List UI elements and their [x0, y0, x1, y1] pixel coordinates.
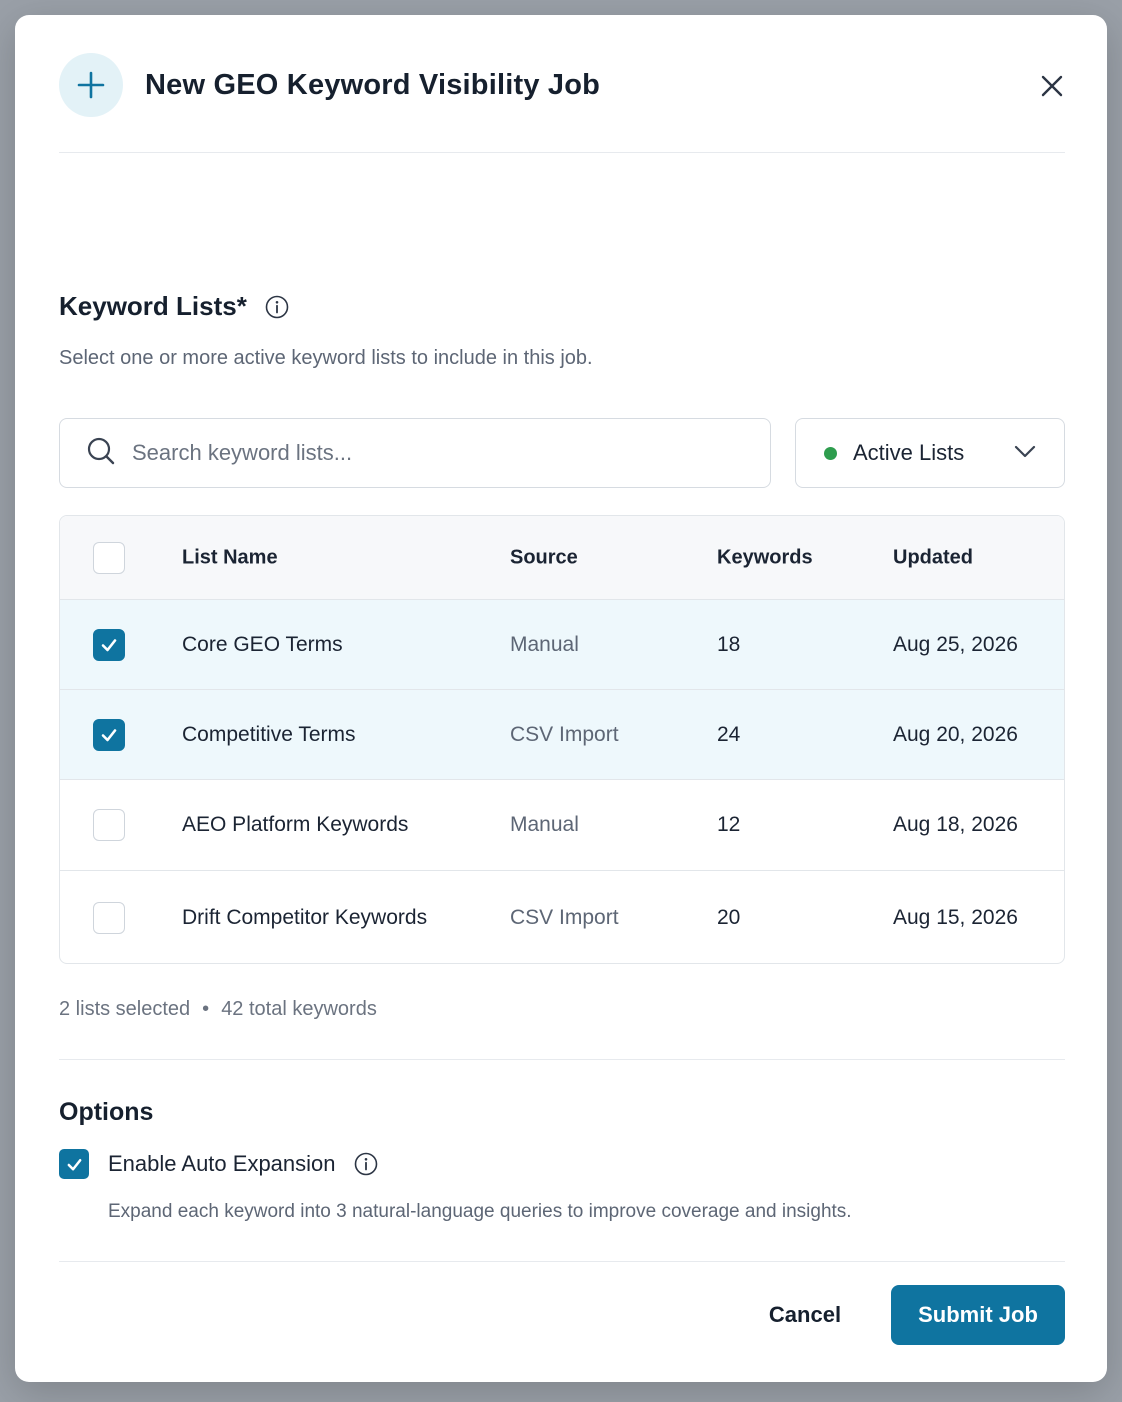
- search-box[interactable]: [59, 418, 771, 488]
- total-keywords: 42 total keywords: [221, 998, 377, 1020]
- plus-icon: [59, 53, 123, 117]
- list-source: Manual: [510, 813, 579, 836]
- select-all-checkbox[interactable]: [93, 541, 125, 574]
- active-status-dot: [824, 446, 837, 460]
- checkmark-icon: [101, 728, 117, 741]
- keyword-lists-heading: Keyword Lists*: [59, 291, 289, 322]
- row-checkbox[interactable]: [93, 628, 125, 661]
- list-updated-date: Aug 25, 2026: [893, 632, 1018, 656]
- list-keyword-count: 24: [717, 722, 741, 746]
- selected-count: 2 lists selected: [59, 998, 191, 1020]
- filter-label: Active Lists: [853, 440, 965, 465]
- divider: [59, 1059, 1065, 1060]
- list-updated-date: Aug 20, 2026: [893, 722, 1018, 746]
- checkmark-icon: [67, 1158, 81, 1170]
- auto-expansion-description: Expand each keyword into 3 natural-langu…: [108, 1201, 852, 1222]
- search-input[interactable]: [132, 440, 692, 466]
- keyword-lists-table: List Name Source Keywords Updated Core G…: [59, 515, 1065, 964]
- table-row[interactable]: AEO Platform Keywords Manual 12 Aug 18, …: [60, 780, 1064, 871]
- column-header-source[interactable]: Source: [510, 546, 578, 569]
- status-filter-dropdown[interactable]: Active Lists: [795, 418, 1065, 488]
- auto-expansion-option: Enable Auto Expansion: [59, 1149, 378, 1179]
- table-header-row: List Name Source Keywords Updated: [60, 516, 1064, 600]
- row-checkbox[interactable]: [93, 809, 125, 841]
- new-job-dialog: New GEO Keyword Visibility Job Keyword L…: [15, 15, 1107, 1382]
- search-icon: [86, 436, 116, 471]
- table-row[interactable]: Core GEO Terms Manual 18 Aug 25, 2026: [60, 600, 1064, 690]
- dialog-header: New GEO Keyword Visibility Job: [59, 53, 1065, 153]
- list-name: Drift Competitor Keywords: [182, 906, 428, 929]
- column-header-list-name[interactable]: List Name: [182, 546, 278, 569]
- options-title: Options: [59, 1098, 154, 1126]
- table-row[interactable]: Drift Competitor Keywords CSV Import 20 …: [60, 871, 1064, 963]
- info-icon[interactable]: [354, 1152, 378, 1176]
- close-icon[interactable]: [1039, 73, 1065, 99]
- divider: [59, 1261, 1065, 1262]
- checkmark-icon: [101, 638, 117, 651]
- row-checkbox[interactable]: [93, 718, 125, 751]
- auto-expansion-label[interactable]: Enable Auto Expansion: [108, 1151, 336, 1177]
- row-checkbox[interactable]: [93, 902, 125, 934]
- column-header-updated[interactable]: Updated: [893, 546, 973, 569]
- column-header-keywords[interactable]: Keywords: [717, 546, 813, 569]
- list-name: Core GEO Terms: [182, 632, 343, 656]
- keyword-lists-description: Select one or more active keyword lists …: [59, 347, 593, 369]
- cancel-button[interactable]: Cancel: [755, 1285, 855, 1345]
- selection-summary: 2 lists selected • 42 total keywords: [59, 998, 377, 1021]
- submit-job-button[interactable]: Submit Job: [891, 1285, 1065, 1345]
- list-updated-date: Aug 15, 2026: [893, 906, 1018, 929]
- list-source: CSV Import: [510, 906, 619, 929]
- list-name: Competitive Terms: [182, 722, 356, 746]
- list-updated-date: Aug 18, 2026: [893, 813, 1018, 836]
- list-name: AEO Platform Keywords: [182, 813, 409, 836]
- info-icon[interactable]: [265, 295, 289, 319]
- list-source: Manual: [510, 632, 579, 656]
- chevron-down-icon: [1014, 445, 1036, 464]
- list-keyword-count: 12: [717, 813, 741, 836]
- dialog-title: New GEO Keyword Visibility Job: [145, 69, 601, 101]
- table-row[interactable]: Competitive Terms CSV Import 24 Aug 20, …: [60, 690, 1064, 780]
- summary-separator: •: [202, 998, 210, 1020]
- list-keyword-count: 18: [717, 632, 741, 656]
- keyword-lists-title: Keyword Lists*: [59, 291, 247, 321]
- list-keyword-count: 20: [717, 906, 741, 929]
- auto-expansion-checkbox[interactable]: [59, 1149, 89, 1179]
- list-source: CSV Import: [510, 722, 619, 746]
